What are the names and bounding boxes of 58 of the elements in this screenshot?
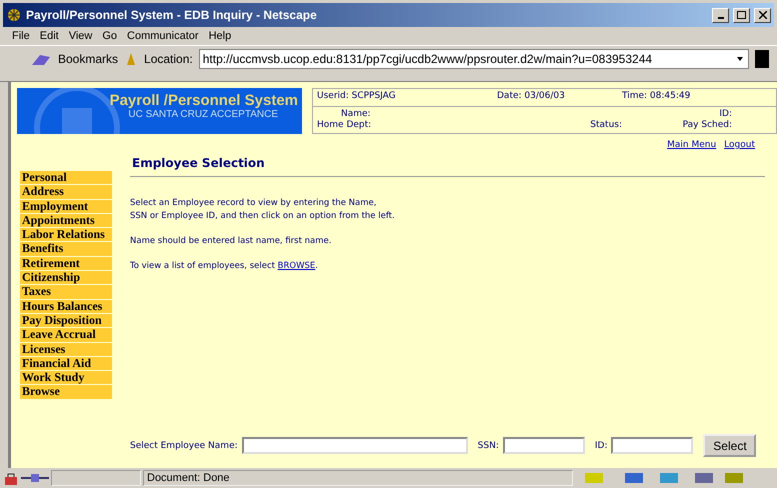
connection-icon [21, 471, 49, 485]
id-field[interactable] [611, 437, 694, 454]
status-text: Document: Done [143, 470, 573, 486]
instruction-text: To view a list of employees, select BROWSE. [130, 260, 319, 273]
home-dept-label: Home Dept: [317, 120, 372, 131]
menu-item[interactable]: Go [102, 30, 118, 42]
sidebar-item[interactable]: Labor Relations [20, 228, 112, 242]
page-heading: Employee Selection [132, 156, 266, 170]
close-icon[interactable] [758, 11, 766, 19]
maximize-icon[interactable] [737, 11, 746, 19]
location-field[interactable]: http://uccmvsb.ucop.edu:8131/pp7cgi/ucdb2www/ppsrouter.d2w/main?u=083953244 [198, 49, 749, 69]
window-title: Payroll/Personnel System - EDB Inquiry - Netscape [26, 8, 318, 22]
sidebar-item[interactable]: Employment [20, 200, 112, 213]
id-label: ID: [718, 109, 733, 120]
menu-item[interactable]: File [12, 30, 30, 42]
sidebar-item[interactable]: Personal [20, 171, 112, 184]
name-field[interactable] [242, 437, 468, 454]
sidebar-item[interactable]: Hours Balances [20, 300, 112, 313]
sidebar-item[interactable]: Licenses [20, 342, 112, 356]
ssn-label: SSN: [478, 440, 499, 450]
status-label: Status: [589, 120, 622, 131]
menu-item[interactable]: Edit [40, 30, 59, 42]
location-label: Location: [144, 52, 193, 66]
bookmarks-button[interactable]: Bookmarks [58, 52, 118, 66]
nav-link[interactable]: Main Menu [667, 140, 716, 154]
pay-sched-label: Pay Sched: [682, 120, 733, 131]
sidebar-item[interactable]: Citizenship [20, 271, 112, 284]
sidebar-item[interactable]: Retirement [20, 256, 112, 270]
nav-link[interactable]: Logout [724, 140, 755, 154]
sidebar-item[interactable]: Work Study [20, 371, 112, 384]
banner-title: Payroll /Personnel System [110, 92, 298, 109]
menu-item[interactable]: View [68, 30, 92, 42]
name-label: Select Employee Name: [130, 440, 238, 450]
browse-link[interactable]: BROWSE [278, 261, 316, 271]
name-label: Name: [340, 109, 372, 120]
sidebar-item[interactable]: Appointments [20, 214, 112, 228]
menu-item[interactable]: Help [208, 30, 232, 42]
banner-subtitle: UC SANTA CRUZ ACCEPTANCE [128, 109, 278, 120]
menu-item[interactable]: Communicator [127, 30, 199, 42]
minimize-button[interactable] [712, 8, 729, 22]
sidebar-item[interactable]: Taxes [20, 285, 112, 299]
sidebar-item[interactable]: Browse [20, 385, 112, 399]
sidebar-item[interactable]: Financial Aid [20, 356, 112, 370]
sidebar-item[interactable]: Leave Accrual [20, 328, 112, 342]
lock-icon [3, 471, 19, 485]
sidebar-item[interactable]: Benefits [20, 242, 112, 256]
userid-text: Userid: SCPPSJAG [317, 91, 397, 103]
close-button[interactable] [754, 8, 771, 22]
maximize-button[interactable] [733, 8, 750, 22]
time-text: Time: 08:45:49 [622, 91, 692, 103]
instruction-text: Select an Employee record to view by entering the Name, SSN or Employee ID, and then click on an option from the left. [130, 197, 396, 223]
id-label: ID: [594, 440, 608, 450]
instruction-text: Name should be entered last name, first name. [130, 235, 332, 248]
date-text: Date: 03/06/03 [497, 91, 566, 103]
sidebar-item[interactable]: Pay Disposition [20, 314, 112, 328]
sidebar-item[interactable]: Address [20, 185, 112, 199]
select-button[interactable]: Select [703, 434, 756, 457]
ssn-field[interactable] [502, 437, 585, 454]
